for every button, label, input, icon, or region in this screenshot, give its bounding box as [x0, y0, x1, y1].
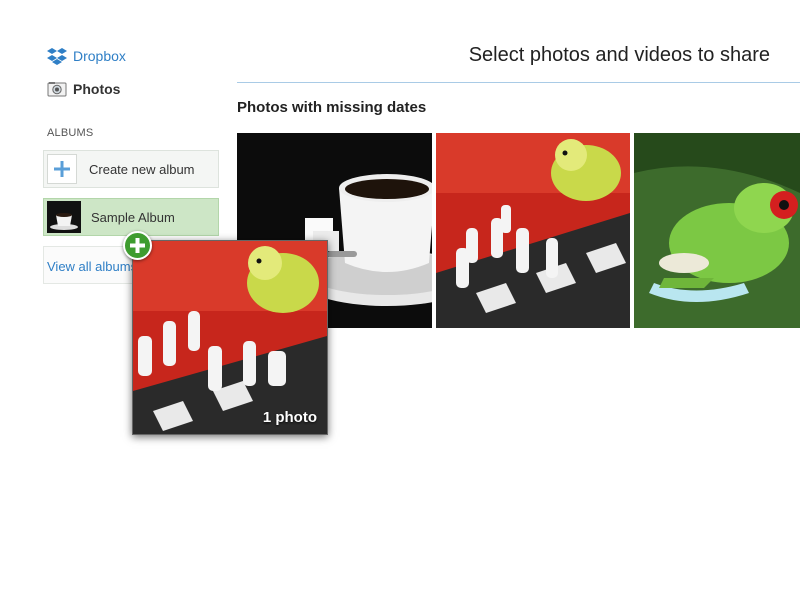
album-thumbnail [47, 201, 81, 233]
section-title: Photos with missing dates [237, 99, 427, 116]
dropbox-icon [47, 46, 67, 66]
page-title: Select photos and videos to share [468, 44, 770, 66]
nav-dropbox-label: Dropbox [73, 48, 126, 64]
header-divider [237, 82, 800, 83]
drag-preview[interactable]: 1 photo [132, 240, 328, 435]
plus-icon [47, 154, 77, 184]
nav-photos-label: Photos [73, 81, 121, 97]
parakeet-chess-photo[interactable] [436, 133, 630, 328]
add-to-album-plus-icon [123, 231, 152, 260]
albums-header: ALBUMS [47, 127, 94, 139]
nav-dropbox-link[interactable]: Dropbox [47, 46, 126, 66]
nav-photos-link[interactable]: Photos [47, 79, 120, 99]
tree-frog-photo[interactable] [634, 133, 800, 328]
album-label: Sample Album [91, 209, 175, 225]
sample-album-item[interactable]: Sample Album [43, 198, 219, 236]
drag-count-label: 1 photo [262, 409, 317, 426]
create-new-album-button[interactable]: Create new album [43, 150, 219, 188]
album-label: Create new album [89, 161, 195, 177]
camera-icon [47, 79, 67, 99]
